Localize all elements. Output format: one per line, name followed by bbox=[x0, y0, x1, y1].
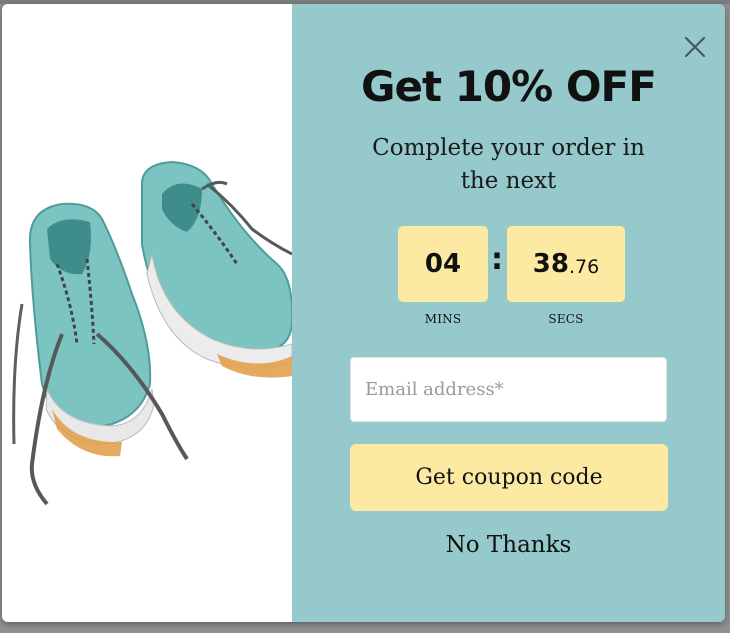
offer-title: Get 10% OFF bbox=[361, 62, 657, 111]
offer-subtitle: Complete your order in the next bbox=[372, 135, 645, 194]
timer-seconds: 38.76 bbox=[507, 226, 625, 302]
timer-seconds-fraction: .76 bbox=[568, 256, 600, 278]
product-image-panel bbox=[2, 4, 292, 622]
sneakers-illustration bbox=[12, 160, 292, 506]
close-icon bbox=[684, 36, 706, 58]
offer-content-panel: Get 10% OFF Complete your order in the n… bbox=[292, 4, 725, 622]
right-sneaker bbox=[141, 160, 292, 378]
timer-minutes-label: MINS bbox=[424, 312, 462, 326]
email-field[interactable] bbox=[350, 357, 667, 422]
timer-seconds-label: SECS bbox=[548, 312, 584, 326]
no-thanks-link[interactable]: No Thanks bbox=[392, 532, 625, 558]
get-coupon-button[interactable]: Get coupon code bbox=[350, 444, 668, 511]
discount-popup: Get 10% OFF Complete your order in the n… bbox=[2, 4, 725, 622]
timer-minutes-value: 04 bbox=[424, 249, 462, 279]
timer-seconds-value: 38 bbox=[532, 249, 569, 279]
timer-minutes: 04 bbox=[398, 226, 488, 302]
close-button[interactable] bbox=[680, 32, 710, 62]
timer-separator: : bbox=[491, 242, 503, 277]
